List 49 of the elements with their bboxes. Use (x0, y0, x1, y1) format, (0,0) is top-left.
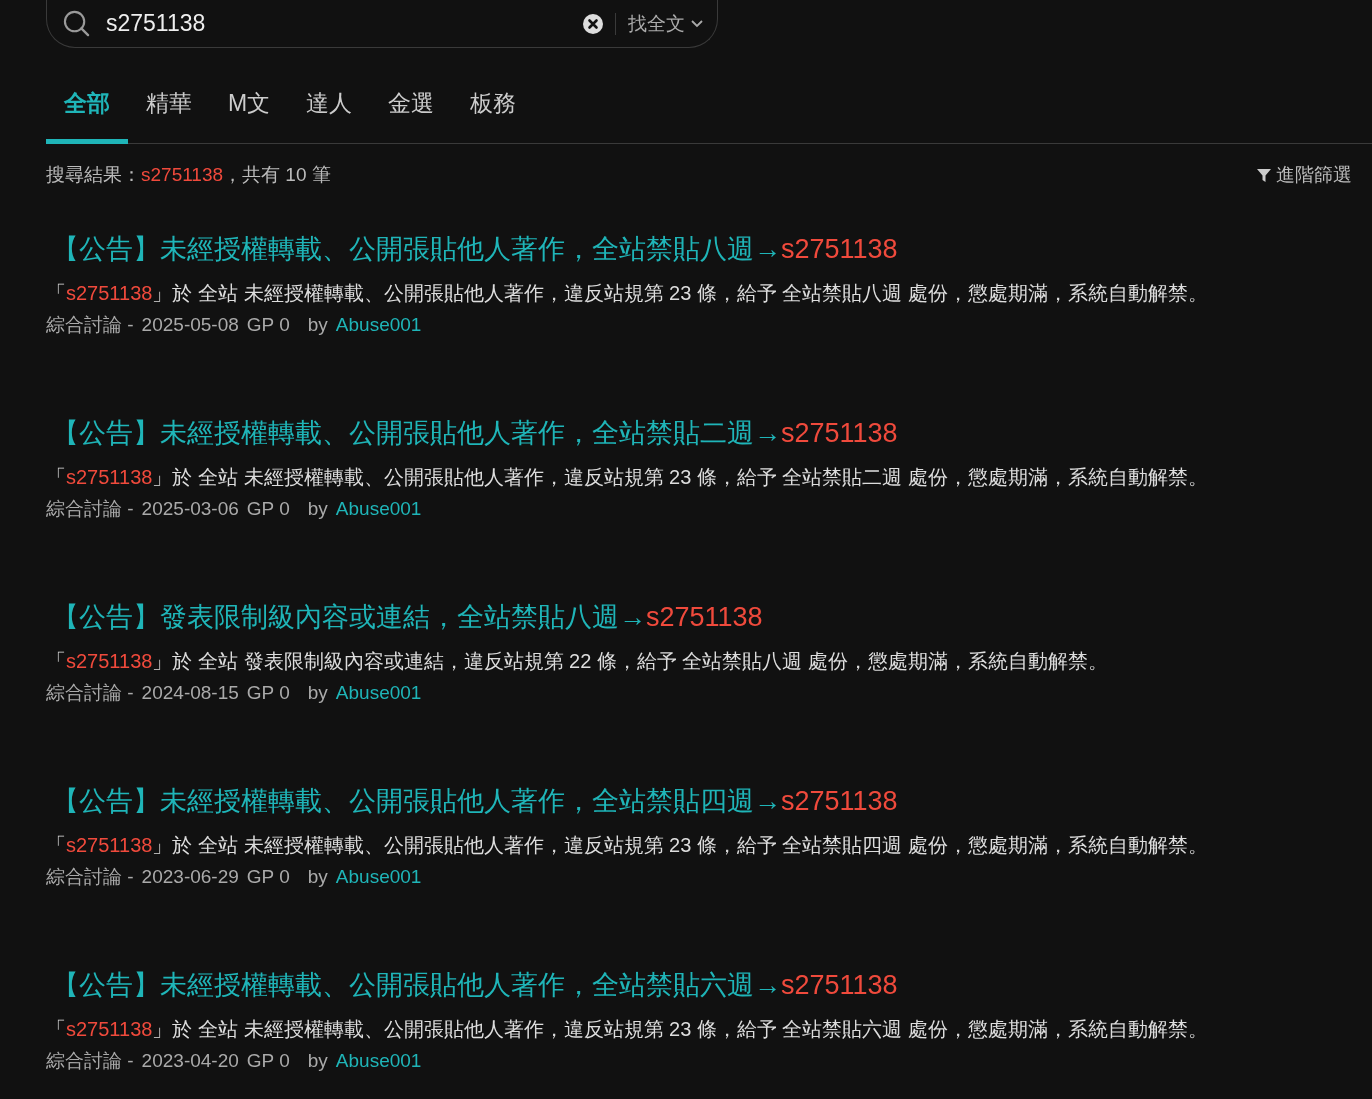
board-name: 綜合討論 - (46, 314, 134, 336)
result-excerpt: 「s2751138」於 全站 發表限制級內容或連結，違反站規第 22 條，給予 全站禁貼八週 處份，懲處期滿，系統自動解禁。 (46, 649, 1109, 674)
post-date: 2025-03-06 (141, 498, 239, 520)
tab[interactable]: 板務 (452, 88, 535, 144)
author-by: by (307, 682, 328, 704)
result-title-link[interactable]: 【公告】未經授權轉載、公開張貼他人著作，全站禁貼四週→s2751138 (52, 784, 898, 818)
result-excerpt: 「s2751138」於 全站 未經授權轉載、公開張貼他人著作，違反站規第 23 條，給予 全站禁貼六週 處份，懲處期滿，系統自動解禁。 (46, 1017, 1209, 1042)
scope-dropdown[interactable]: 找全文 (628, 10, 703, 37)
result-title-link[interactable]: 【公告】未經授權轉載、公開張貼他人著作，全站禁貼八週→s2751138 (52, 232, 898, 266)
result-summary: 搜尋結果：s2751138，共有 10 筆 (46, 163, 331, 187)
author-by: by (307, 498, 328, 520)
board-name: 綜合討論 - (46, 498, 134, 520)
result-excerpt: 「s2751138」於 全站 未經授權轉載、公開張貼他人著作，違反站規第 23 條，給予 全站禁貼二週 處份，懲處期滿，系統自動解禁。 (46, 465, 1209, 490)
filter-button[interactable]: 進階篩選 (1257, 162, 1352, 188)
result-excerpt: 「s2751138」於 全站 未經授權轉載、公開張貼他人著作，違反站規第 23 條，給予 全站禁貼四週 處份，懲處期滿，系統自動解禁。 (46, 833, 1209, 858)
tab[interactable]: 精華 (128, 88, 210, 144)
author-link[interactable]: Abuse001 (335, 1050, 422, 1072)
author-by: by (307, 1050, 328, 1072)
result-title-link[interactable]: 【公告】未經授權轉載、公開張貼他人著作，全站禁貼二週→s2751138 (52, 416, 898, 450)
tab[interactable]: 達人 (288, 88, 371, 144)
tab[interactable]: M文 (210, 88, 289, 144)
board-name: 綜合討論 - (46, 866, 134, 888)
tab[interactable]: 全部 (46, 88, 128, 144)
filter-icon (1257, 168, 1271, 182)
board-name: 綜合討論 - (46, 1050, 134, 1072)
gp-count: GP 0 (246, 1050, 290, 1072)
gp-count: GP 0 (246, 314, 290, 336)
author-link[interactable]: Abuse001 (335, 314, 422, 336)
clear-icon[interactable] (583, 13, 603, 34)
author-link[interactable]: Abuse001 (335, 866, 422, 888)
author-link[interactable]: Abuse001 (335, 498, 422, 520)
gp-count: GP 0 (246, 682, 290, 704)
caret-icon (691, 19, 703, 28)
result-title-link[interactable]: 【公告】發表限制級內容或連結，全站禁貼八週→s2751138 (52, 600, 763, 634)
post-date: 2025-05-08 (141, 314, 239, 336)
result-title-link[interactable]: 【公告】未經授權轉載、公開張貼他人著作，全站禁貼六週→s2751138 (52, 968, 898, 1002)
author-by: by (307, 314, 328, 336)
tab[interactable]: 金選 (370, 88, 453, 144)
author-by: by (307, 866, 328, 888)
post-date: 2023-06-29 (141, 866, 239, 888)
search-icon (63, 10, 90, 37)
post-date: 2024-08-15 (141, 682, 239, 704)
gp-count: GP 0 (246, 498, 290, 520)
post-date: 2023-04-20 (141, 1050, 239, 1072)
author-link[interactable]: Abuse001 (335, 682, 422, 704)
board-name: 綜合討論 - (46, 682, 134, 704)
gp-count: GP 0 (246, 866, 290, 888)
search-bar[interactable]: s2751138 找全文 (46, 0, 718, 48)
result-excerpt: 「s2751138」於 全站 未經授權轉載、公開張貼他人著作，違反站規第 23 條，給予 全站禁貼八週 處份，懲處期滿，系統自動解禁。 (46, 281, 1209, 306)
